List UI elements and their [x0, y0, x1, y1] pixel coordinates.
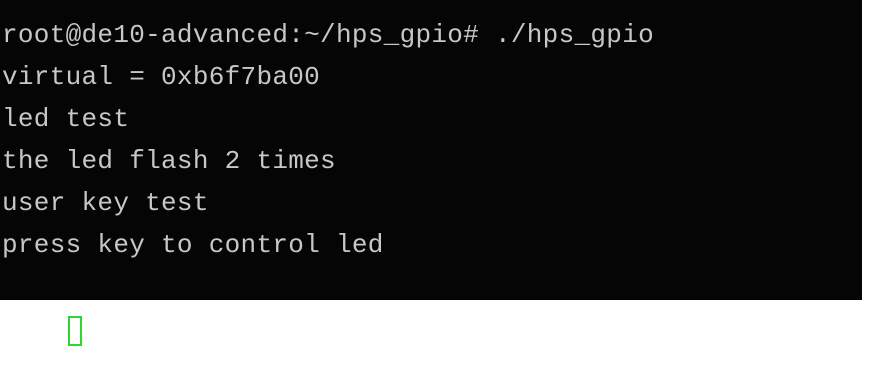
terminal-input-line[interactable] [2, 266, 862, 346]
window-margin [862, 0, 878, 300]
terminal-line-led-flash: the led flash 2 times [2, 146, 336, 176]
terminal-line-user-key-test: user key test [2, 188, 209, 218]
terminal-line-command: root@de10-advanced:~/hps_gpio# ./hps_gpi… [2, 20, 655, 50]
terminal-cursor [67, 316, 82, 346]
terminal-window[interactable]: root@de10-advanced:~/hps_gpio# ./hps_gpi… [0, 0, 862, 346]
terminal-line-press-key: press key to control led [2, 230, 384, 260]
terminal-line-led-test: led test [2, 104, 130, 134]
terminal-line-virtual-address: virtual = 0xb6f7ba00 [2, 62, 321, 92]
